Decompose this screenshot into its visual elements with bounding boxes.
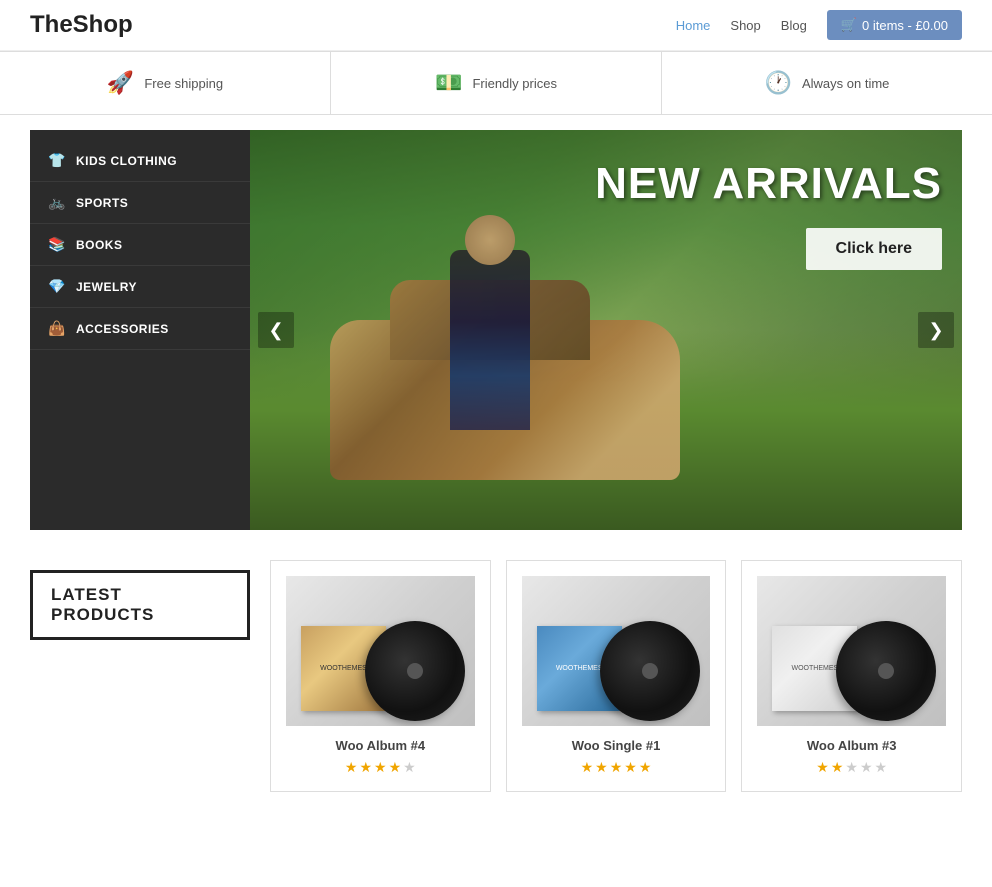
product-image-1: WOOTHEMES xyxy=(286,576,475,726)
products-grid: WOOTHEMES Woo Album #4 ★ ★ ★ ★ ★ WOOTHEM… xyxy=(270,560,962,792)
shipping-icon: 🚀 xyxy=(107,70,134,96)
hero-background: NEW ARRIVALS Click here xyxy=(250,130,962,530)
sidebar-label-jewelry: Jewelry xyxy=(76,280,137,294)
product-name-3: Woo Album #3 xyxy=(757,738,946,753)
prices-icon: 💵 xyxy=(435,70,462,96)
product-card-3[interactable]: WOOTHEMES Woo Album #3 ★ ★ ★ ★ ★ xyxy=(741,560,962,792)
product-image-2: WOOTHEMES xyxy=(522,576,711,726)
main-nav: Home Shop Blog 🛒 0 items - £0.00 xyxy=(676,10,962,40)
star-4: ★ xyxy=(860,759,873,776)
vinyl-disc-2 xyxy=(600,621,700,721)
sidebar-item-accessories[interactable]: 👜 Accessories xyxy=(30,308,250,350)
star-4: ★ xyxy=(389,759,402,776)
latest-label-box: LATEST PRODUCTS xyxy=(30,560,250,792)
star-1: ★ xyxy=(345,759,358,776)
sidebar-label-accessories: Accessories xyxy=(76,322,169,336)
hero-text-block: NEW ARRIVALS Click here xyxy=(595,160,942,270)
star-5: ★ xyxy=(875,759,888,776)
star-2: ★ xyxy=(359,759,372,776)
slider-prev-button[interactable]: ❮ xyxy=(258,312,294,348)
feature-prices: 💵 Friendly prices xyxy=(331,52,662,114)
feature-bar: 🚀 Free shipping 💵 Friendly prices 🕐 Alwa… xyxy=(0,51,992,115)
sidebar-item-kids-clothing[interactable]: 👕 Kids Clothing xyxy=(30,140,250,182)
star-3: ★ xyxy=(374,759,387,776)
star-5: ★ xyxy=(403,759,416,776)
hero-title: NEW ARRIVALS xyxy=(595,160,942,208)
hero-person xyxy=(450,250,530,430)
sidebar-item-books[interactable]: 📚 Books xyxy=(30,224,250,266)
product-name-1: Woo Album #4 xyxy=(286,738,475,753)
kids-clothing-icon: 👕 xyxy=(48,152,66,169)
nav-blog[interactable]: Blog xyxy=(781,18,807,33)
star-1: ★ xyxy=(816,759,829,776)
sidebar-item-jewelry[interactable]: 💎 Jewelry xyxy=(30,266,250,308)
products-section: LATEST PRODUCTS WOOTHEMES Woo Album #4 ★… xyxy=(0,530,992,822)
sidebar-label-sports: Sports xyxy=(76,196,128,210)
star-3: ★ xyxy=(610,759,623,776)
main-area: 👕 Kids Clothing 🚲 Sports 📚 Books 💎 Jewel… xyxy=(0,130,992,530)
sidebar: 👕 Kids Clothing 🚲 Sports 📚 Books 💎 Jewel… xyxy=(30,130,250,530)
vinyl-disc-1 xyxy=(365,621,465,721)
cart-label: 0 items - £0.00 xyxy=(862,18,948,33)
slider-next-button[interactable]: ❯ xyxy=(918,312,954,348)
star-2: ★ xyxy=(831,759,844,776)
hero-cta-button[interactable]: Click here xyxy=(806,228,942,270)
nav-shop[interactable]: Shop xyxy=(730,18,760,33)
sidebar-label-books: Books xyxy=(76,238,123,252)
nav-home[interactable]: Home xyxy=(676,18,711,33)
star-4: ★ xyxy=(624,759,637,776)
shipping-text: Free shipping xyxy=(144,76,223,91)
sidebar-item-sports[interactable]: 🚲 Sports xyxy=(30,182,250,224)
product-image-3: WOOTHEMES xyxy=(757,576,946,726)
product-name-2: Woo Single #1 xyxy=(522,738,711,753)
latest-products-heading: LATEST PRODUCTS xyxy=(30,570,250,640)
feature-shipping: 🚀 Free shipping xyxy=(0,52,331,114)
accessories-icon: 👜 xyxy=(48,320,66,337)
cart-icon: 🛒 xyxy=(841,17,857,33)
time-icon: 🕐 xyxy=(765,70,792,96)
jewelry-icon: 💎 xyxy=(48,278,66,295)
product-card-2[interactable]: WOOTHEMES Woo Single #1 ★ ★ ★ ★ ★ xyxy=(506,560,727,792)
star-3: ★ xyxy=(845,759,858,776)
cart-button[interactable]: 🛒 0 items - £0.00 xyxy=(827,10,962,40)
vinyl-disc-3 xyxy=(836,621,936,721)
site-logo[interactable]: TheShop xyxy=(30,11,133,39)
hero-slider: NEW ARRIVALS Click here ❮ ❯ xyxy=(250,130,962,530)
feature-time: 🕐 Always on time xyxy=(662,52,992,114)
star-5: ★ xyxy=(639,759,652,776)
sports-icon: 🚲 xyxy=(48,194,66,211)
time-text: Always on time xyxy=(802,76,889,91)
product-stars-3: ★ ★ ★ ★ ★ xyxy=(757,759,946,776)
product-card-1[interactable]: WOOTHEMES Woo Album #4 ★ ★ ★ ★ ★ xyxy=(270,560,491,792)
star-1: ★ xyxy=(581,759,594,776)
books-icon: 📚 xyxy=(48,236,66,253)
prices-text: Friendly prices xyxy=(472,76,557,91)
product-stars-1: ★ ★ ★ ★ ★ xyxy=(286,759,475,776)
sidebar-label-kids-clothing: Kids Clothing xyxy=(76,154,177,168)
product-stars-2: ★ ★ ★ ★ ★ xyxy=(522,759,711,776)
site-header: TheShop Home Shop Blog 🛒 0 items - £0.00 xyxy=(0,0,992,51)
star-2: ★ xyxy=(595,759,608,776)
